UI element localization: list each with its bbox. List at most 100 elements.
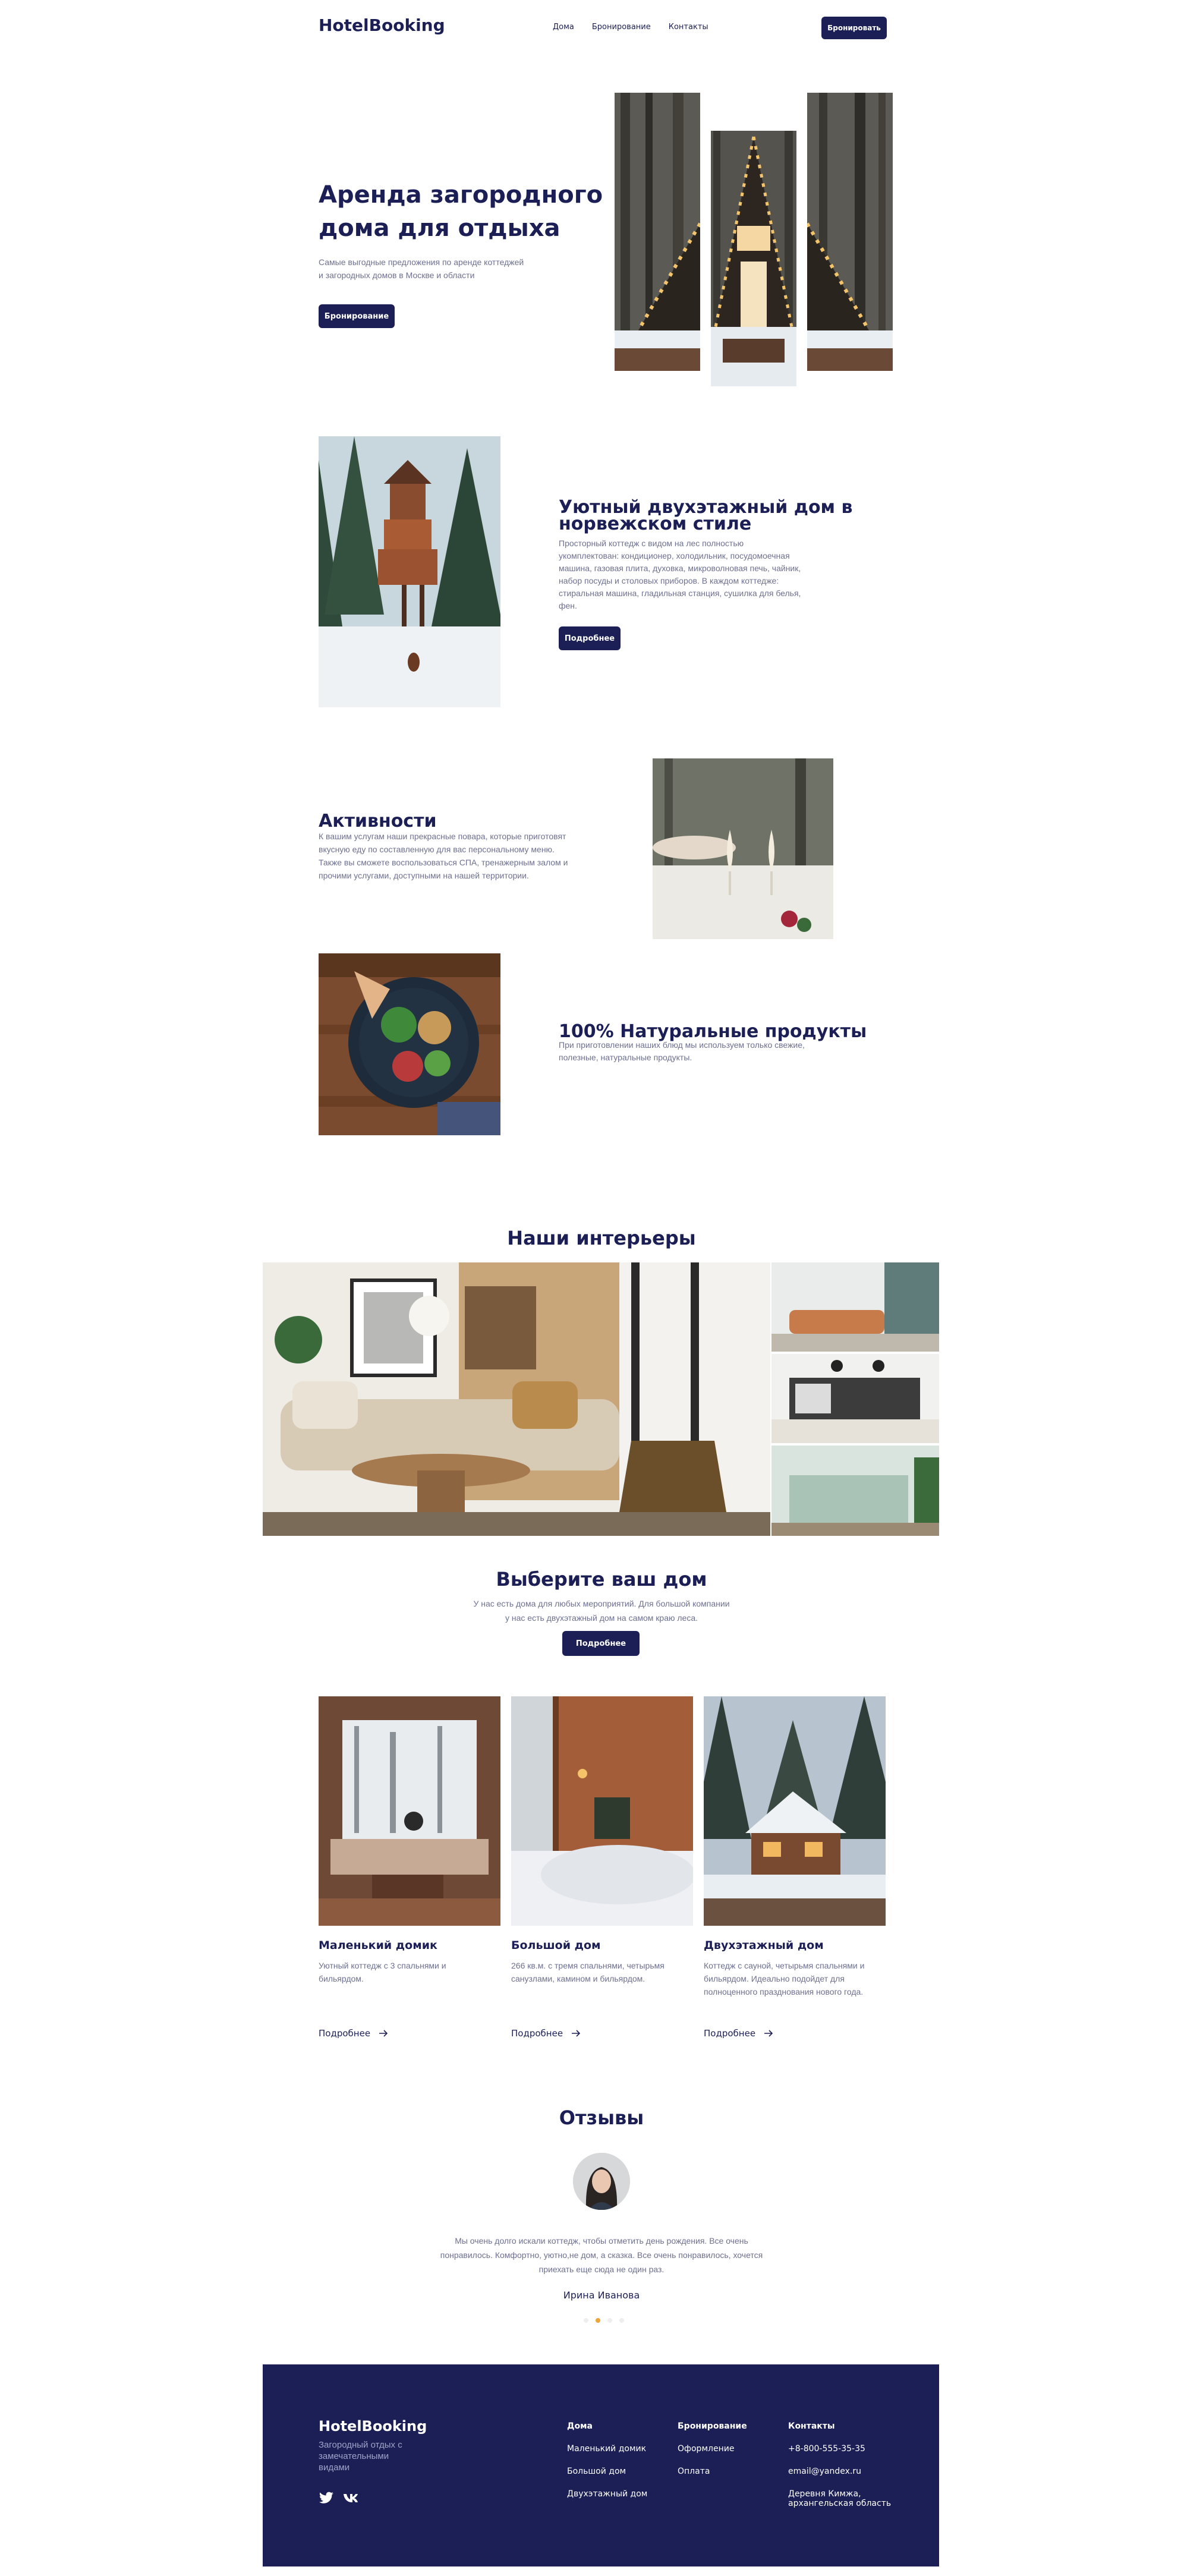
activities-text-line: вкусную еду по составленную для вас перс… [319,845,555,854]
choose-title: Выберите ваш дом [496,1568,707,1591]
interior-kitchen-image [771,1354,939,1443]
card-more-link-two-storey-house[interactable]: Подробнее [704,2028,773,2039]
hero-text: Самые выгодные предложения по аренде кот… [319,256,524,282]
vk-icon[interactable] [342,2493,360,2503]
review-text-line: приехать еще сюда не один раз. [538,2265,665,2274]
activities-text-line: прочими услугами, доступными на нашей те… [319,871,529,880]
footer-link-checkout[interactable]: Оформление [678,2444,747,2454]
hero-image-right [807,93,893,371]
card-more-label: Подробнее [511,2028,563,2039]
house-text-line: набор посуды и столовых приборов. В кажд… [559,576,779,585]
reviews-title: Отзывы [559,2106,644,2129]
review-text-line: Мы очень долго искали коттедж, чтобы отм… [455,2236,748,2246]
carousel-dot[interactable] [619,2318,624,2323]
card-text-line: Уютный коттедж с 3 спальнями и [319,1961,446,1970]
review-text: Мы очень долго искали коттедж, чтобы отм… [0,2234,1203,2276]
card-text-small-house: Уютный коттедж с 3 спальнями и бильярдом… [319,1959,446,1985]
carousel-dot[interactable] [584,2318,588,2323]
footer-tagline-line: Загородный отдых с [319,2440,402,2450]
products-text: При приготовлении наших блюд мы использу… [559,1039,805,1064]
arrow-right-icon [764,2030,773,2037]
products-text-line: полезные, натуральные продукты. [559,1053,692,1062]
hero-booking-button[interactable]: Бронирование [319,304,395,328]
activities-text-line: К вашим услугам наши прекрасные повара, … [319,832,566,841]
arrow-right-icon [379,2030,388,2037]
footer-phone[interactable]: +8-800-555-35-35 [788,2444,891,2454]
card-text-line: Коттедж с сауной, четырьмя спальнями и [704,1961,865,1970]
card-text-line: санузлами, камином и бильярдом. [511,1974,645,1983]
footer-col-title: Дома [567,2421,593,2431]
nav-item-contacts[interactable]: Контакты [669,23,708,32]
card-text-line: бильярдом. [319,1974,364,1983]
house-text-line: фен. [559,601,577,610]
choose-text: У нас есть дома для любых мероприятий. Д… [0,1596,1203,1625]
interior-living-image [771,1262,939,1352]
choose-text-line1: У нас есть дома для любых мероприятий. Д… [473,1599,730,1608]
house-text-line: укомплектован: кондиционер, холодильник,… [559,551,790,560]
hero-image-left [615,93,700,371]
card-text-line: бильярдом. Идеально подойдет для [704,1974,845,1983]
footer-address-line1: Деревня Кимжа, [788,2489,861,2499]
activities-title: Активности [319,811,437,832]
footer-tagline: Загородный отдых с замечательными видами [319,2439,402,2473]
footer-address-line2: архангельская область [788,2499,892,2508]
card-title-big-house: Большой дом [511,1939,601,1952]
card-more-label: Подробнее [704,2028,756,2039]
hero-title-line2: дома для отдыха [319,215,560,242]
footer-link-small-house[interactable]: Маленький домик [567,2444,647,2454]
salad-bowl-image [319,953,500,1135]
card-image-big-house [511,1696,693,1926]
card-more-label: Подробнее [319,2028,371,2039]
hero-text-line1: Самые выгодные предложения по аренде кот… [319,257,524,267]
main-nav: Дома Бронирование Контакты [553,23,708,32]
footer-col-houses: Дома Маленький домик Большой дом Двухэта… [567,2421,647,2499]
activities-text-line: Также вы сможете воспользоваться СПА, тр… [319,858,568,867]
house-more-button[interactable]: Подробнее [559,626,621,650]
arrow-right-icon [572,2030,581,2037]
footer-col-booking: Бронирование Оформление Оплата [678,2421,747,2476]
avatar [573,2153,630,2210]
footer-col-title: Контакты [788,2421,835,2431]
footer-link-big-house[interactable]: Большой дом [567,2467,647,2476]
footer-tagline-line: замечательными [319,2451,389,2461]
carousel-dot[interactable] [607,2318,612,2323]
footer-link-payment[interactable]: Оплата [678,2467,747,2476]
header-book-button[interactable]: Бронировать [821,17,887,39]
card-text-line: 266 кв.м. с тремя спальнями, четырьмя [511,1961,665,1970]
hero-title-line1: Аренда загородного [319,181,603,209]
footer-tagline-line: видами [319,2462,350,2473]
products-text-line: При приготовлении наших блюд мы использу… [559,1040,805,1050]
card-text-big-house: 266 кв.м. с тремя спальнями, четырьмя са… [511,1959,665,1985]
twitter-icon[interactable] [319,2492,334,2505]
interiors-title: Наши интерьеры [507,1227,696,1249]
logo[interactable]: HotelBooking [319,15,445,35]
nav-item-houses[interactable]: Дома [553,23,574,32]
choose-more-button[interactable]: Подробнее [562,1631,640,1656]
dinner-toast-image [653,758,833,939]
footer-link-two-storey-house[interactable]: Двухэтажный дом [567,2489,647,2499]
house-text-line: Просторный коттедж с видом на лес полнос… [559,538,744,548]
house-text-line: стиральная машина, гладильная станция, с… [559,588,801,598]
house-title: Уютный двухэтажный дом в норвежском стил… [559,499,853,533]
card-more-link-small-house[interactable]: Подробнее [319,2028,388,2039]
card-text-two-storey-house: Коттедж с сауной, четырьмя спальнями и б… [704,1959,864,1998]
hero-title: Аренда загородного дома для отдыха [319,178,603,245]
interior-bedroom-image [771,1446,939,1536]
choose-text-line2: у нас есть двухэтажный дом на самом краю… [505,1613,698,1623]
treehouse-image [319,436,500,707]
carousel-dot-active[interactable] [596,2318,600,2323]
activities-text: К вашим услугам наши прекрасные повара, … [319,830,568,882]
card-more-link-big-house[interactable]: Подробнее [511,2028,581,2039]
card-title-two-storey-house: Двухэтажный дом [704,1939,824,1952]
review-author: Ирина Иванова [563,2290,640,2301]
nav-item-booking[interactable]: Бронирование [592,23,651,32]
card-text-line: полноценного празднования нового года. [704,1987,864,1996]
house-title-line2: норвежском стиле [559,514,752,534]
footer-col-title: Бронирование [678,2421,747,2431]
footer-logo[interactable]: HotelBooking [319,2418,427,2435]
footer-social [319,2492,360,2505]
footer-email[interactable]: email@yandex.ru [788,2467,891,2476]
house-text: Просторный коттедж с видом на лес полнос… [559,537,801,612]
card-image-small-house [319,1696,500,1926]
house-text-line: машина, газовая плита, духовка, микровол… [559,563,801,573]
